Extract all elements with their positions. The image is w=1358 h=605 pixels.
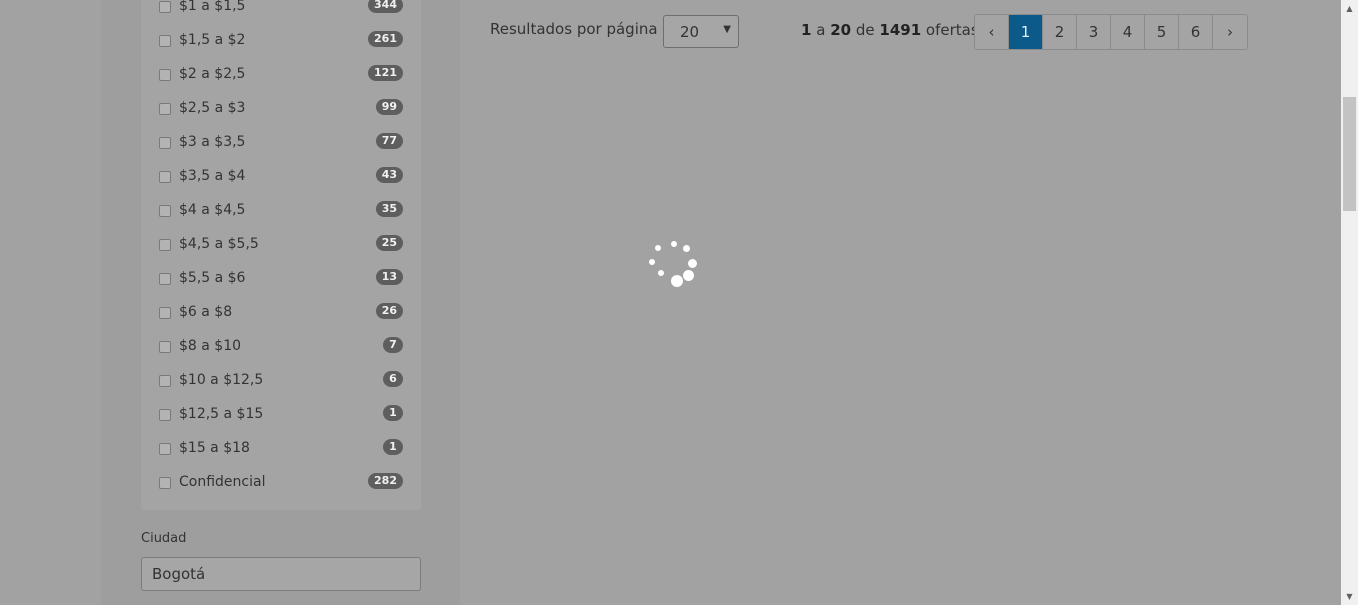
pagination-page-4[interactable]: 4 bbox=[1111, 15, 1145, 49]
results-suffix: ofertas bbox=[925, 21, 979, 39]
salary-filter-checkbox[interactable] bbox=[159, 477, 171, 489]
spinner-dot bbox=[688, 259, 697, 268]
results-total: 1491 bbox=[879, 21, 922, 39]
scrollbar-thumb[interactable] bbox=[1343, 97, 1356, 211]
count-badge: 6 bbox=[383, 371, 403, 387]
count-badge: 121 bbox=[368, 65, 403, 81]
pagination-prev-icon[interactable]: ‹ bbox=[975, 15, 1009, 49]
pagination-page-2[interactable]: 2 bbox=[1043, 15, 1077, 49]
spinner-dot bbox=[683, 270, 694, 281]
salary-filter-label: $4,5 a $5,5 bbox=[179, 236, 259, 252]
salary-filter-checkbox[interactable] bbox=[159, 103, 171, 115]
salary-filter-item[interactable]: $2,5 a $3 99 bbox=[141, 99, 421, 119]
count-badge: 1 bbox=[383, 405, 403, 421]
salary-filter-checkbox[interactable] bbox=[159, 341, 171, 353]
salary-filter-label: $1 a $1,5 bbox=[179, 0, 246, 14]
count-badge: 26 bbox=[375, 303, 403, 319]
salary-filter-item[interactable]: $10 a $12,5 6 bbox=[141, 371, 421, 391]
count-badge: 25 bbox=[375, 235, 403, 251]
results-range-to: 20 bbox=[830, 21, 852, 39]
salary-filter-label: $1,5 a $2 bbox=[179, 32, 246, 48]
results-range-from: 1 bbox=[801, 21, 812, 39]
pagination-page-1[interactable]: 1 bbox=[1009, 15, 1043, 49]
salary-filter-checkbox[interactable] bbox=[159, 69, 171, 81]
salary-filter-label: Confidencial bbox=[179, 474, 266, 490]
salary-filter-checkbox[interactable] bbox=[159, 443, 171, 455]
salary-filter-label: $4 a $4,5 bbox=[179, 202, 246, 218]
salary-filter-checkbox[interactable] bbox=[159, 375, 171, 387]
salary-filter-label: $6 a $8 bbox=[179, 304, 233, 320]
scroll-down-arrow-icon[interactable]: ▼ bbox=[1341, 588, 1358, 605]
salary-filter-label: $15 a $18 bbox=[179, 440, 250, 456]
salary-filter-item[interactable]: Confidencial 282 bbox=[141, 473, 421, 493]
count-badge: 344 bbox=[368, 0, 403, 13]
chevron-down-icon: ▼ bbox=[723, 24, 731, 35]
salary-filter-label: $12,5 a $15 bbox=[179, 406, 264, 422]
pagination-page-5[interactable]: 5 bbox=[1145, 15, 1179, 49]
salary-filter-checkbox[interactable] bbox=[159, 307, 171, 319]
salary-filter-label: $2,5 a $3 bbox=[179, 100, 246, 116]
spinner-dot bbox=[683, 245, 690, 252]
spinner-dot bbox=[658, 270, 664, 276]
page: $1 a $1,5 344 $1,5 a $2 261 $2 a $2,5 121 $2,5… bbox=[0, 0, 1341, 605]
results-range-sep: a bbox=[816, 21, 826, 39]
salary-filter-checkbox[interactable] bbox=[159, 205, 171, 217]
scroll-up-arrow-icon[interactable]: ▲ bbox=[1341, 0, 1358, 17]
salary-filter-item[interactable]: $15 a $18 1 bbox=[141, 439, 421, 459]
count-badge: 1 bbox=[383, 439, 403, 455]
salary-filter-checkbox[interactable] bbox=[159, 239, 171, 251]
count-badge: 77 bbox=[375, 133, 403, 149]
salary-filter-item[interactable]: $4,5 a $5,5 25 bbox=[141, 235, 421, 255]
salary-filter-item[interactable]: $1,5 a $2 261 bbox=[141, 31, 421, 51]
salary-filter-item[interactable]: $5,5 a $6 13 bbox=[141, 269, 421, 289]
spinner-dot bbox=[671, 241, 677, 247]
salary-filter-item[interactable]: $6 a $8 26 bbox=[141, 303, 421, 323]
pagination: ‹ 1 2 3 4 5 6 › bbox=[974, 14, 1248, 50]
salary-filter-item[interactable]: $2 a $2,5 121 bbox=[141, 65, 421, 85]
salary-filter-label: $2 a $2,5 bbox=[179, 66, 246, 82]
salary-filter-label: $10 a $12,5 bbox=[179, 372, 264, 388]
salary-filter-checkbox[interactable] bbox=[159, 35, 171, 47]
results-per-page-value: 20 bbox=[680, 23, 700, 41]
salary-filter-panel: $1 a $1,5 344 $1,5 a $2 261 $2 a $2,5 121 $2,5… bbox=[141, 0, 421, 510]
loading-spinner-icon bbox=[646, 238, 698, 290]
spinner-dot bbox=[671, 275, 683, 287]
salary-filter-item[interactable]: $3 a $3,5 77 bbox=[141, 133, 421, 153]
count-badge: 261 bbox=[368, 31, 403, 47]
salary-filter-label: $8 a $10 bbox=[179, 338, 242, 354]
count-badge: 43 bbox=[375, 167, 403, 183]
results-per-page-select[interactable]: 20 ▼ bbox=[663, 15, 739, 48]
results-summary: 1 a 20 de 1491 ofertas bbox=[801, 21, 979, 39]
count-badge: 7 bbox=[383, 337, 403, 353]
results-total-sep: de bbox=[855, 21, 875, 39]
count-badge: 35 bbox=[375, 201, 403, 217]
salary-filter-item[interactable]: $8 a $10 7 bbox=[141, 337, 421, 357]
spinner-dot bbox=[649, 259, 655, 265]
salary-filter-checkbox[interactable] bbox=[159, 273, 171, 285]
spinner-dot bbox=[655, 245, 661, 251]
salary-filter-item[interactable]: $4 a $4,5 35 bbox=[141, 201, 421, 221]
count-badge: 282 bbox=[368, 473, 403, 489]
city-filter-label: Ciudad bbox=[141, 531, 187, 546]
salary-filter-item[interactable]: $1 a $1,5 344 bbox=[141, 0, 421, 17]
salary-filter-item[interactable]: $12,5 a $15 1 bbox=[141, 405, 421, 425]
count-badge: 13 bbox=[375, 269, 403, 285]
salary-filter-checkbox[interactable] bbox=[159, 171, 171, 183]
salary-filter-checkbox[interactable] bbox=[159, 1, 171, 13]
salary-filter-label: $3,5 a $4 bbox=[179, 168, 246, 184]
pagination-page-6[interactable]: 6 bbox=[1179, 15, 1213, 49]
results-per-page-label: Resultados por página bbox=[490, 20, 658, 38]
salary-filter-checkbox[interactable] bbox=[159, 409, 171, 421]
city-filter-input[interactable] bbox=[141, 557, 421, 591]
page-scrollbar[interactable]: ▲ ▼ bbox=[1341, 0, 1358, 605]
salary-filter-checkbox[interactable] bbox=[159, 137, 171, 149]
salary-filter-label: $3 a $3,5 bbox=[179, 134, 246, 150]
count-badge: 99 bbox=[375, 99, 403, 115]
salary-filter-label: $5,5 a $6 bbox=[179, 270, 246, 286]
pagination-page-3[interactable]: 3 bbox=[1077, 15, 1111, 49]
salary-filter-item[interactable]: $3,5 a $4 43 bbox=[141, 167, 421, 187]
pagination-next-icon[interactable]: › bbox=[1213, 15, 1247, 49]
